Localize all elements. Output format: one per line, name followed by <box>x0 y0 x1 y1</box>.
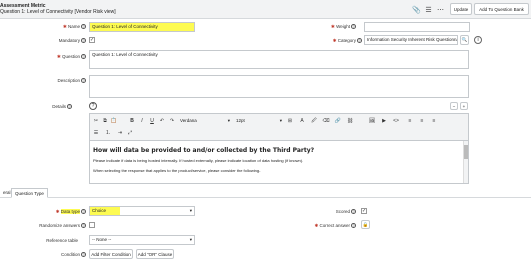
font-family-select[interactable]: Verdana ▾ <box>180 118 230 125</box>
help-icon: ? <box>81 38 86 44</box>
question-label: ✱ Question? <box>56 54 86 60</box>
align-left-icon[interactable]: ≡ <box>406 117 414 125</box>
help-icon: ? <box>357 38 362 44</box>
rich-text-editor[interactable]: How will data be provided to and/or coll… <box>89 141 469 184</box>
help-icon: ? <box>81 252 86 258</box>
bold-icon[interactable]: B <box>128 117 136 125</box>
editor-heading: How will data be provided to and/or coll… <box>93 147 315 154</box>
category-input[interactable]: Information Security Inherent Risk Quest… <box>364 35 458 45</box>
info-icon[interactable]: i <box>474 36 482 44</box>
align-center-icon[interactable]: ≡ <box>418 117 426 125</box>
text-color-icon[interactable]: A <box>298 117 306 125</box>
table-icon[interactable]: ⊞ <box>286 117 294 125</box>
numbered-list-icon[interactable]: ⒈ <box>104 129 112 137</box>
question-textarea[interactable]: Question 1: Level of Connectivity <box>89 50 469 69</box>
link-icon[interactable]: 🔗 <box>334 117 342 125</box>
redo-icon[interactable]: ↷ <box>168 117 176 125</box>
data-type-label: ✱ Data type? <box>55 209 86 215</box>
weight-label: ✱ Weight? <box>331 24 356 30</box>
add-or-clause-button[interactable]: Add "OR" Clause <box>136 249 174 259</box>
correct-answer-label: ✱ Correct answer? <box>314 223 356 229</box>
highlight-icon[interactable]: 🖉 <box>310 117 318 125</box>
weight-input[interactable] <box>364 22 470 32</box>
help-icon: ? <box>81 54 86 60</box>
tab-question-type[interactable]: Question Type <box>11 188 48 198</box>
help-icon: ? <box>81 24 86 30</box>
paste-icon[interactable]: 📋 <box>110 117 118 125</box>
help-icon: ? <box>351 223 356 229</box>
search-icon[interactable]: 🔍 <box>460 35 469 45</box>
clear-format-icon[interactable]: ⌫ <box>322 117 330 125</box>
help-icon: ? <box>81 223 86 229</box>
randomize-label: Randomize answers? <box>39 223 86 229</box>
image-icon[interactable]: 🖼 <box>368 117 376 125</box>
details-help-icon[interactable]: ? <box>89 102 97 110</box>
form-header: Assessment Metric Question 1: Level of C… <box>0 0 531 19</box>
chevron-down-icon: ▾ <box>189 237 192 242</box>
editor-scrollbar[interactable] <box>463 141 468 183</box>
indent-icon[interactable]: ⇥ <box>116 129 124 137</box>
italic-icon[interactable]: I <box>138 117 146 125</box>
editor-paragraph-1: Please indicate if data is being hosted … <box>93 158 304 163</box>
settings-sliders-icon[interactable]: ☰ <box>424 5 433 14</box>
description-textarea[interactable] <box>89 75 469 98</box>
scored-label: Scored? <box>335 209 356 215</box>
name-input[interactable]: Question 1: Level of Connectivity <box>89 22 195 32</box>
undo-icon[interactable]: ↶ <box>158 117 166 125</box>
help-icon: ? <box>351 209 356 215</box>
chevron-down-icon: ▾ <box>189 208 192 213</box>
reference-table-select[interactable]: -- None -- ▾ <box>89 235 195 245</box>
align-right-icon[interactable]: ≡ <box>430 117 438 125</box>
help-icon: ? <box>81 78 86 84</box>
condition-label: Condition? <box>60 252 86 258</box>
mandatory-label: Mandatory? <box>58 38 86 44</box>
code-icon[interactable]: <> <box>392 117 400 125</box>
reference-table-label: Reference table <box>46 238 78 243</box>
category-label: ✱ Category? <box>332 38 362 44</box>
editor-toolbar: ✂ ⧉ 📋 B I U ↶ ↷ Verdana ▾ 12pt ▾ ⊞ A 🖉 ⌫ 🔗… <box>89 113 469 141</box>
cut-icon[interactable]: ✂ <box>92 117 100 125</box>
underline-icon[interactable]: U <box>148 117 156 125</box>
name-label: ✱ Name? <box>62 24 86 30</box>
help-icon: ? <box>67 104 72 110</box>
add-filter-condition-button[interactable]: Add Filter Condition <box>89 249 133 259</box>
tab-bar: eral Question Type <box>0 188 531 198</box>
expand-icon[interactable]: + <box>460 102 468 110</box>
details-label: Details? <box>52 104 72 110</box>
mandatory-checkbox[interactable]: ✓ <box>89 37 95 43</box>
fullscreen-icon[interactable]: ⤢ <box>126 129 134 137</box>
paperclip-icon[interactable]: 📎 <box>412 5 421 14</box>
collapse-icon[interactable]: − <box>450 102 458 110</box>
video-icon[interactable]: ▶ <box>380 117 388 125</box>
more-options-icon[interactable]: ⋯ <box>436 5 445 14</box>
scored-checkbox[interactable]: ✓ <box>361 208 367 214</box>
add-to-question-bank-button[interactable]: Add To Question Bank <box>474 3 529 15</box>
update-button[interactable]: Update <box>450 3 472 15</box>
unlink-icon[interactable]: ⛓ <box>346 117 354 125</box>
help-icon: ? <box>81 209 86 215</box>
help-icon: ? <box>351 24 356 30</box>
editor-paragraph-2: When selecting the response that applies… <box>93 168 261 173</box>
copy-icon[interactable]: ⧉ <box>101 117 109 125</box>
bullet-list-icon[interactable]: ☰ <box>92 129 100 137</box>
form-subtitle: Question 1: Level of Connectivity [Vendo… <box>0 9 116 15</box>
description-label: Description? <box>57 78 86 84</box>
data-type-select[interactable]: Choice ▾ <box>89 206 195 216</box>
randomize-checkbox[interactable] <box>89 222 95 228</box>
lock-icon[interactable]: 🔒 <box>361 220 370 229</box>
font-size-select[interactable]: 12pt ▾ <box>236 118 282 125</box>
